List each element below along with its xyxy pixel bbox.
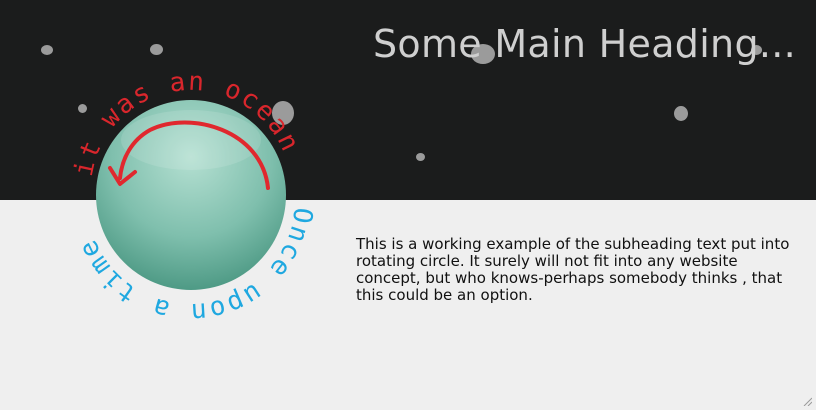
rotating-circle: it was an ocean Once upon a time (69, 67, 316, 328)
bubble (674, 106, 688, 121)
bubble (416, 153, 425, 161)
resize-grip-icon[interactable] (802, 396, 812, 406)
bubble (41, 45, 53, 55)
bubble (150, 44, 163, 55)
page-title: Some Main Heading... (373, 22, 796, 66)
subheading-paragraph: This is a working example of the subhead… (356, 235, 790, 304)
